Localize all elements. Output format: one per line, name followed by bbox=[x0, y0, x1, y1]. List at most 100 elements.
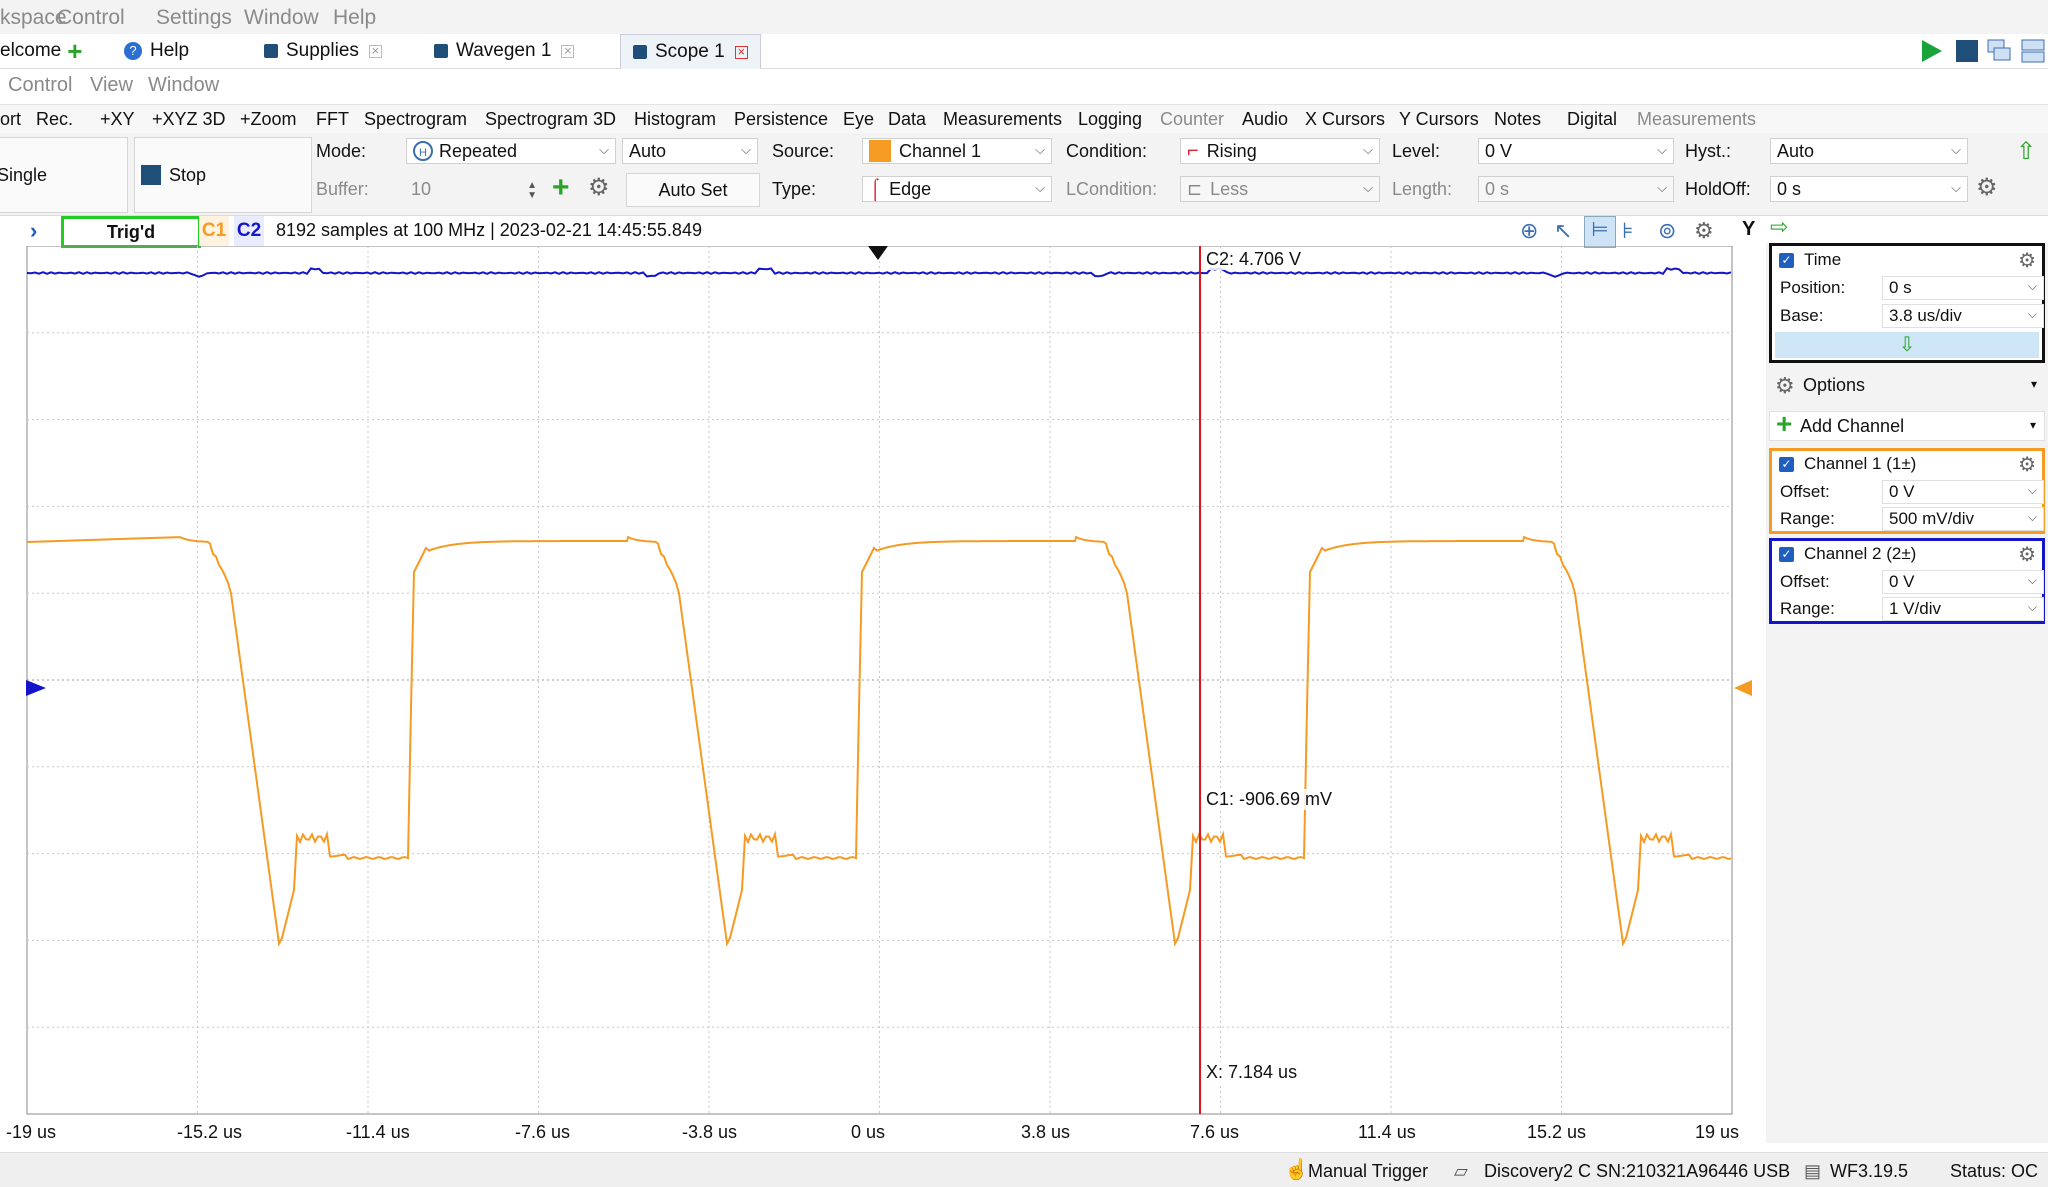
toolbar-spectrogram[interactable]: Spectrogram bbox=[364, 109, 467, 130]
gear-icon[interactable]: ⚙ bbox=[2018, 452, 2036, 477]
checkbox-icon[interactable]: ✓ bbox=[1779, 457, 1794, 472]
buffer-input[interactable]: 10 ▲ ▼ bbox=[404, 176, 544, 202]
toolbar-measurements-2[interactable]: Measurements bbox=[1637, 109, 1756, 130]
length-input[interactable]: 0 s ⌵ bbox=[1478, 176, 1674, 202]
level-input[interactable]: 0 V ⌵ bbox=[1478, 138, 1674, 164]
arrow-down-icon[interactable]: ⇩ bbox=[1775, 332, 2039, 358]
trigger-mode-select[interactable]: Auto ⌵ bbox=[622, 138, 758, 164]
channel-1-range-select[interactable]: 500 mV/div ⌵ bbox=[1882, 507, 2044, 531]
gear-icon: ⚙ bbox=[1775, 373, 1795, 398]
run-icon[interactable] bbox=[1918, 38, 1944, 64]
close-icon[interactable]: × bbox=[368, 44, 382, 58]
toolbar-counter[interactable]: Counter bbox=[1160, 109, 1224, 130]
channel-2-range-select[interactable]: 1 V/div ⌵ bbox=[1882, 597, 2044, 621]
condition-select[interactable]: ⌐ Rising ⌵ bbox=[1180, 138, 1380, 164]
toolbar-export[interactable]: ort bbox=[0, 109, 21, 130]
c1-toggle[interactable]: C1 bbox=[199, 216, 229, 246]
channel-color-swatch bbox=[869, 140, 891, 162]
device-info[interactable]: Discovery2 C SN:210321A96446 USB bbox=[1484, 1161, 1790, 1182]
toolbar-spectrogram3d[interactable]: Spectrogram 3D bbox=[485, 109, 616, 130]
gear-icon[interactable]: ⚙ bbox=[588, 175, 610, 201]
manual-trigger-button[interactable]: Manual Trigger bbox=[1308, 1161, 1428, 1182]
toolbar-zoom[interactable]: +Zoom bbox=[240, 109, 297, 130]
tab-welcome[interactable]: elcome + bbox=[0, 34, 82, 68]
source-select[interactable]: Channel 1 ⌵ bbox=[862, 138, 1052, 164]
tab-help[interactable]: ? Help bbox=[124, 34, 189, 68]
single-button[interactable]: Single bbox=[0, 137, 128, 213]
mode-value: Repeated bbox=[439, 140, 518, 161]
toolbar-eye[interactable]: Eye bbox=[843, 109, 874, 130]
type-select[interactable]: ⌠ Edge ⌵ bbox=[862, 176, 1052, 202]
chevron-right-icon[interactable]: › bbox=[30, 218, 37, 244]
toolbar-audio[interactable]: Audio bbox=[1242, 109, 1288, 130]
checkbox-icon[interactable]: ✓ bbox=[1779, 253, 1794, 268]
v-cursor-icon[interactable]: ⊧ bbox=[1622, 218, 1633, 244]
stop-button[interactable]: Stop bbox=[134, 137, 312, 213]
type-value: Edge bbox=[889, 178, 932, 199]
toolbar-histogram[interactable]: Histogram bbox=[634, 109, 716, 130]
h-cursor-icon[interactable]: ⊨ bbox=[1584, 216, 1616, 248]
lcondition-select[interactable]: ⊏ Less ⌵ bbox=[1180, 176, 1380, 202]
toolbar-rec[interactable]: Rec. bbox=[36, 109, 73, 130]
scope-plot[interactable] bbox=[0, 246, 1766, 1122]
toolbar-digital[interactable]: Digital bbox=[1567, 109, 1617, 130]
tab-wavegen[interactable]: Wavegen 1 × bbox=[434, 34, 575, 68]
toolbar-xyz3d[interactable]: +XYZ 3D bbox=[152, 109, 226, 130]
add-icon[interactable]: + bbox=[552, 173, 570, 203]
gear-icon[interactable]: ⚙ bbox=[1694, 218, 1714, 244]
add-channel-button[interactable]: + Add Channel ▾ bbox=[1769, 408, 2045, 441]
gear-icon[interactable]: ⚙ bbox=[2018, 248, 2036, 273]
tab-scope[interactable]: Scope 1 × bbox=[620, 34, 761, 69]
instrument-icon bbox=[264, 44, 278, 58]
close-icon[interactable]: × bbox=[734, 45, 748, 59]
channel-2-offset-input[interactable]: 0 V ⌵ bbox=[1882, 570, 2044, 594]
toolbar-xy[interactable]: +XY bbox=[100, 109, 135, 130]
y-button[interactable]: Y bbox=[1742, 218, 1755, 241]
menu-control[interactable]: Control bbox=[8, 74, 72, 97]
chevron-down-icon: ⌵ bbox=[2027, 279, 2037, 293]
zoom-icon[interactable]: ⊕ bbox=[1520, 218, 1538, 244]
toolbar-data[interactable]: Data bbox=[888, 109, 926, 130]
toolbar-fft[interactable]: FFT bbox=[316, 109, 349, 130]
tab-supplies[interactable]: Supplies × bbox=[264, 34, 382, 68]
magnifier-icon[interactable]: ⊚ bbox=[1658, 218, 1676, 244]
menu-window[interactable]: Window bbox=[244, 6, 319, 30]
menu-control[interactable]: Control bbox=[57, 6, 125, 30]
arrow-right-icon[interactable]: ⇨ bbox=[1770, 214, 1788, 240]
auto-set-button[interactable]: Auto Set bbox=[626, 173, 760, 207]
menu-view[interactable]: View bbox=[90, 74, 133, 97]
arrow-up-icon[interactable]: ⇧ bbox=[2016, 137, 2036, 166]
toolbar-x-cursors[interactable]: X Cursors bbox=[1305, 109, 1385, 130]
channel-1-offset-input[interactable]: 0 V ⌵ bbox=[1882, 480, 2044, 504]
stepper-icon[interactable]: ▲ ▼ bbox=[527, 181, 537, 201]
cursor-icon[interactable]: ↖ bbox=[1554, 218, 1572, 244]
stop-icon[interactable] bbox=[1956, 40, 1978, 62]
tile-icon[interactable] bbox=[2020, 38, 2046, 64]
toolbar-y-cursors[interactable]: Y Cursors bbox=[1399, 109, 1479, 130]
options-row[interactable]: ⚙ Options ▾ bbox=[1769, 371, 2045, 401]
menu-help[interactable]: Help bbox=[333, 6, 376, 30]
menu-window[interactable]: Window bbox=[148, 74, 219, 97]
toolbar-persistence[interactable]: Persistence bbox=[734, 109, 828, 130]
mode-select[interactable]: H Repeated ⌵ bbox=[406, 138, 616, 164]
gear-icon[interactable]: ⚙ bbox=[1976, 173, 1998, 202]
position-input[interactable]: 0 s ⌵ bbox=[1882, 276, 2044, 300]
toolbar-notes[interactable]: Notes bbox=[1494, 109, 1541, 130]
close-icon[interactable]: × bbox=[561, 44, 575, 58]
cascade-icon[interactable] bbox=[1986, 38, 2012, 64]
add-icon[interactable]: + bbox=[67, 36, 82, 67]
holdoff-input[interactable]: 0 s ⌵ bbox=[1770, 176, 1968, 202]
checkbox-icon[interactable]: ✓ bbox=[1779, 547, 1794, 562]
range-label: Range: bbox=[1780, 599, 1835, 618]
toolbar-measurements[interactable]: Measurements bbox=[943, 109, 1062, 130]
auto-set-label: Auto Set bbox=[658, 179, 728, 200]
toolbar-logging[interactable]: Logging bbox=[1078, 109, 1142, 130]
options-label: Options bbox=[1803, 375, 1866, 395]
dropdown-icon: ▾ bbox=[2030, 377, 2037, 391]
gear-icon[interactable]: ⚙ bbox=[2018, 542, 2036, 567]
hyst-select[interactable]: Auto ⌵ bbox=[1770, 138, 1968, 164]
base-select[interactable]: 3.8 us/div ⌵ bbox=[1882, 304, 2044, 328]
acquisition-info: 8192 samples at 100 MHz | 2023-02-21 14:… bbox=[276, 220, 702, 240]
c2-toggle[interactable]: C2 bbox=[234, 216, 264, 246]
menu-settings[interactable]: Settings bbox=[156, 6, 232, 30]
